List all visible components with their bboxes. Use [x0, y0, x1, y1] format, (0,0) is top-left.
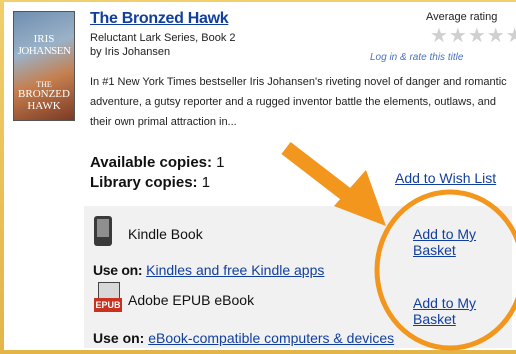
epub-devices-link[interactable]: eBook-compatible computers & devices: [148, 330, 394, 346]
series-info: Reluctant Lark Series, Book 2: [90, 32, 236, 44]
available-copies: Available copies: 1: [90, 154, 225, 171]
book-cover-image[interactable]: IRIS JOHANSEN THE BRONZED HAWK: [14, 12, 74, 120]
library-copies-count: 1: [201, 174, 211, 191]
use-on-label: Use on:: [93, 262, 143, 278]
book-description: In #1 New York Times bestseller Iris Joh…: [90, 76, 507, 128]
cover-author-first: IRIS: [33, 33, 55, 45]
epub-icon: EPUB: [94, 282, 122, 314]
add-to-basket-epub-button[interactable]: Add to My Basket: [413, 295, 516, 327]
average-rating-label: Average rating: [426, 11, 498, 23]
book-title-link[interactable]: The Bronzed Hawk: [90, 10, 229, 28]
rating-stars-icon: ★★★★★: [430, 25, 516, 47]
cover-title-bronzed: BRONZED: [18, 88, 70, 100]
cover-author-last: JOHANSEN: [17, 45, 71, 57]
format-name-epub: Adobe EPUB eBook: [128, 292, 255, 308]
cover-title-hawk: HAWK: [27, 100, 61, 112]
author-name: by Iris Johansen: [90, 46, 171, 58]
kindle-device-icon: [94, 216, 112, 246]
format-name-kindle: Kindle Book: [128, 226, 203, 242]
library-copies-label: Library copies:: [90, 174, 198, 191]
library-copies: Library copies: 1: [90, 174, 210, 191]
epub-icon-label: EPUB: [94, 298, 122, 312]
add-to-basket-kindle-button[interactable]: Add to My Basket: [413, 226, 516, 258]
login-to-rate-link[interactable]: Log in & rate this title: [370, 52, 463, 63]
kindle-use-on: Use on: Kindles and free Kindle apps: [93, 262, 324, 278]
kindle-apps-link[interactable]: Kindles and free Kindle apps: [146, 262, 324, 278]
available-copies-count: 1: [216, 154, 225, 171]
use-on-label: Use on:: [93, 330, 145, 346]
epub-use-on: Use on: eBook-compatible computers & dev…: [93, 330, 394, 346]
available-copies-label: Available copies:: [90, 154, 212, 171]
add-to-wish-list-link[interactable]: Add to Wish List: [395, 170, 496, 186]
